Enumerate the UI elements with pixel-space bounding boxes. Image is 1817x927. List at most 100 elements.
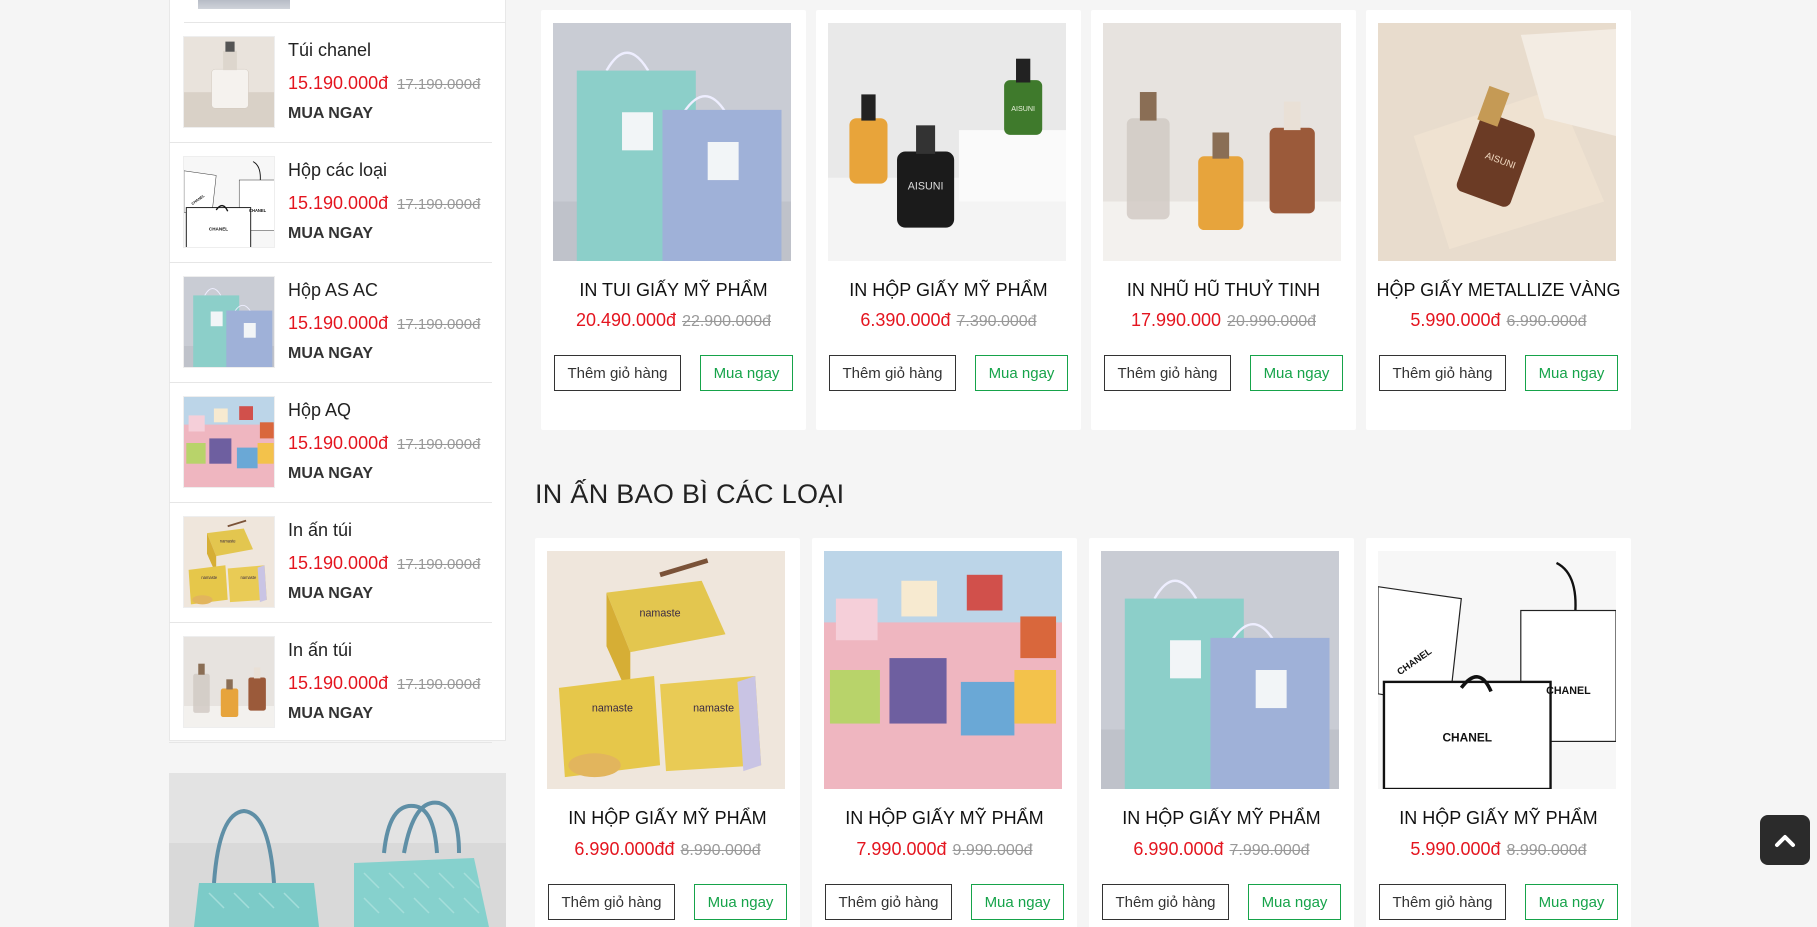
product-thumbnail[interactable] bbox=[183, 276, 275, 368]
product-image[interactable] bbox=[553, 23, 791, 261]
section-title: IN ẤN BAO BÌ CÁC LOẠI bbox=[535, 479, 845, 509]
sidebar-item-partial bbox=[184, 0, 506, 23]
product-thumbnail[interactable]: namaste namaste namaste bbox=[183, 516, 275, 608]
buy-now-link[interactable]: MUA NGAY bbox=[288, 585, 373, 603]
product-prices: 17.990.000 20.990.000đ bbox=[1091, 310, 1356, 331]
product-image[interactable] bbox=[824, 551, 1062, 789]
product-price: 15.190.000đ bbox=[288, 553, 389, 573]
product-price: 7.990.000đ bbox=[856, 839, 947, 859]
product-price: 15.190.000đ bbox=[288, 313, 389, 333]
buy-now-button[interactable]: Mua ngay bbox=[700, 355, 793, 391]
buy-now-button[interactable]: Mua ngay bbox=[1525, 355, 1618, 391]
product-old-price: 8.990.000đ bbox=[1506, 842, 1587, 859]
product-thumbnail bbox=[198, 0, 290, 9]
product-image[interactable] bbox=[1103, 23, 1341, 261]
product-title[interactable]: IN HỘP GIẤY MỸ PHẨM bbox=[812, 808, 1077, 829]
svg-text:CHANEL: CHANEL bbox=[209, 227, 228, 232]
product-image[interactable]: namaste namaste namaste bbox=[547, 551, 785, 789]
product-price: 5.990.000đ bbox=[1410, 839, 1501, 859]
product-old-price: 8.990.000đ bbox=[680, 842, 761, 859]
add-to-cart-button[interactable]: Thêm giỏ hàng bbox=[1379, 884, 1506, 920]
product-prices: 20.490.000đ 22.900.000đ bbox=[541, 310, 806, 331]
product-title[interactable]: IN HỘP GIẤY MỸ PHẨM bbox=[1089, 808, 1354, 829]
product-price: 6.990.000đ bbox=[1133, 839, 1224, 859]
buy-now-link[interactable]: MUA NGAY bbox=[288, 465, 373, 483]
product-prices: 6.990.000đđ 8.990.000đ bbox=[535, 839, 800, 860]
product-price: 15.190.000đ bbox=[288, 433, 389, 453]
chevron-up-icon bbox=[1775, 835, 1795, 847]
buy-now-button[interactable]: Mua ngay bbox=[1525, 884, 1618, 920]
scroll-to-top-button[interactable] bbox=[1760, 815, 1810, 865]
sidebar-product-item[interactable]: Hộp AS AC 15.190.000đ 17.190.000đ MUA NG… bbox=[169, 263, 492, 383]
svg-text:CHANEL: CHANEL bbox=[1546, 685, 1591, 697]
product-card: IN HỘP GIẤY MỸ PHẨM 7.990.000đ 9.990.000đ… bbox=[812, 538, 1077, 927]
product-old-price: 7.990.000đ bbox=[1229, 842, 1310, 859]
bags-banner-image bbox=[169, 773, 506, 927]
product-thumbnail[interactable] bbox=[183, 36, 275, 128]
product-price: 15.190.000đ bbox=[288, 673, 389, 693]
sidebar-product-item[interactable]: In ấn túi 15.190.000đ 17.190.000đ MUA NG… bbox=[169, 623, 492, 743]
sidebar-product-item[interactable]: namaste namaste namaste In ấn túi 15.190… bbox=[169, 503, 492, 623]
product-title[interactable]: IN TUI GIẤY MỸ PHẨM bbox=[541, 280, 806, 301]
product-title[interactable]: IN HỘP GIẤY MỸ PHẨM bbox=[535, 808, 800, 829]
product-price: 5.990.000đ bbox=[1410, 310, 1501, 330]
product-image[interactable]: AISUNI AISUNI bbox=[828, 23, 1066, 261]
product-name[interactable]: Hộp AS AC bbox=[288, 280, 378, 301]
buy-now-link[interactable]: MUA NGAY bbox=[288, 225, 373, 243]
product-thumbnail[interactable] bbox=[183, 396, 275, 488]
product-name[interactable]: Hộp các loại bbox=[288, 160, 387, 181]
add-to-cart-button[interactable]: Thêm giỏ hàng bbox=[1379, 355, 1506, 391]
add-to-cart-button[interactable]: Thêm giỏ hàng bbox=[829, 355, 956, 391]
buy-now-link[interactable]: MUA NGAY bbox=[288, 105, 373, 123]
product-price: 17.990.000 bbox=[1130, 310, 1222, 330]
product-title[interactable]: IN NHŨ HŨ THUỶ TINH bbox=[1091, 280, 1356, 301]
sidebar-product-item[interactable]: CHANEL CHANEL CHANEL Hộp các loại 15.190… bbox=[169, 143, 492, 263]
svg-text:namaste: namaste bbox=[220, 538, 237, 543]
add-to-cart-button[interactable]: Thêm giỏ hàng bbox=[554, 355, 681, 391]
product-old-price: 17.190.000đ bbox=[397, 556, 481, 573]
buy-now-button[interactable]: Mua ngay bbox=[975, 355, 1068, 391]
add-to-cart-button[interactable]: Thêm giỏ hàng bbox=[1102, 884, 1229, 920]
product-old-price: 17.190.000đ bbox=[397, 436, 481, 453]
svg-text:CHANEL: CHANEL bbox=[1442, 730, 1492, 744]
product-name[interactable]: In ấn túi bbox=[288, 640, 352, 661]
svg-text:namaste: namaste bbox=[592, 703, 633, 715]
product-old-price: 22.900.000đ bbox=[682, 313, 772, 330]
product-thumbnail[interactable] bbox=[183, 636, 275, 728]
add-to-cart-button[interactable]: Thêm giỏ hàng bbox=[548, 884, 675, 920]
product-thumbnail[interactable]: CHANEL CHANEL CHANEL bbox=[183, 156, 275, 248]
product-image[interactable] bbox=[1101, 551, 1339, 789]
product-name[interactable]: Túi chanel bbox=[288, 40, 371, 61]
svg-text:AISUNI: AISUNI bbox=[1011, 105, 1035, 113]
product-title[interactable]: HỘP GIẤY METALLIZE VÀNG bbox=[1366, 280, 1631, 301]
buy-now-link[interactable]: MUA NGAY bbox=[288, 705, 373, 723]
product-name[interactable]: In ấn túi bbox=[288, 520, 352, 541]
sidebar-product-item[interactable]: Hộp AQ 15.190.000đ 17.190.000đ MUA NGAY bbox=[169, 383, 492, 503]
add-to-cart-button[interactable]: Thêm giỏ hàng bbox=[1104, 355, 1231, 391]
svg-text:CHANEL: CHANEL bbox=[249, 208, 267, 213]
sidebar-banner[interactable] bbox=[169, 773, 506, 927]
add-to-cart-button[interactable]: Thêm giỏ hàng bbox=[825, 884, 952, 920]
product-card: IN NHŨ HŨ THUỶ TINH 17.990.000 20.990.000… bbox=[1091, 10, 1356, 430]
product-card: AISUNI AISUNI IN HỘP GIẤY MỸ PHẨM 6.390.… bbox=[816, 10, 1081, 430]
product-old-price: 17.190.000đ bbox=[397, 676, 481, 693]
product-prices: 6.990.000đ 7.990.000đ bbox=[1089, 839, 1354, 860]
product-title[interactable]: IN HỘP GIẤY MỸ PHẨM bbox=[816, 280, 1081, 301]
product-image[interactable]: CHANEL CHANEL CHANEL bbox=[1378, 551, 1616, 789]
product-old-price: 17.190.000đ bbox=[397, 76, 481, 93]
product-name[interactable]: Hộp AQ bbox=[288, 400, 351, 421]
buy-now-button[interactable]: Mua ngay bbox=[971, 884, 1064, 920]
sidebar-product-item[interactable]: Túi chanel 15.190.000đ 17.190.000đ MUA N… bbox=[169, 23, 492, 143]
product-card: CHANEL CHANEL CHANEL IN HỘP GIẤY MỸ PHẨM… bbox=[1366, 538, 1631, 927]
buy-now-link[interactable]: MUA NGAY bbox=[288, 345, 373, 363]
svg-text:namaste: namaste bbox=[693, 703, 734, 715]
buy-now-button[interactable]: Mua ngay bbox=[694, 884, 787, 920]
buy-now-button[interactable]: Mua ngay bbox=[1250, 355, 1343, 391]
buy-now-button[interactable]: Mua ngay bbox=[1248, 884, 1341, 920]
product-price: 20.490.000đ bbox=[575, 310, 677, 330]
product-prices: 6.390.000đ 7.390.000đ bbox=[816, 310, 1081, 331]
product-image[interactable]: AISUNI bbox=[1378, 23, 1616, 261]
product-prices: 5.990.000đ 6.990.000đ bbox=[1366, 310, 1631, 331]
svg-text:namaste: namaste bbox=[240, 575, 257, 580]
product-title[interactable]: IN HỘP GIẤY MỸ PHẨM bbox=[1366, 808, 1631, 829]
